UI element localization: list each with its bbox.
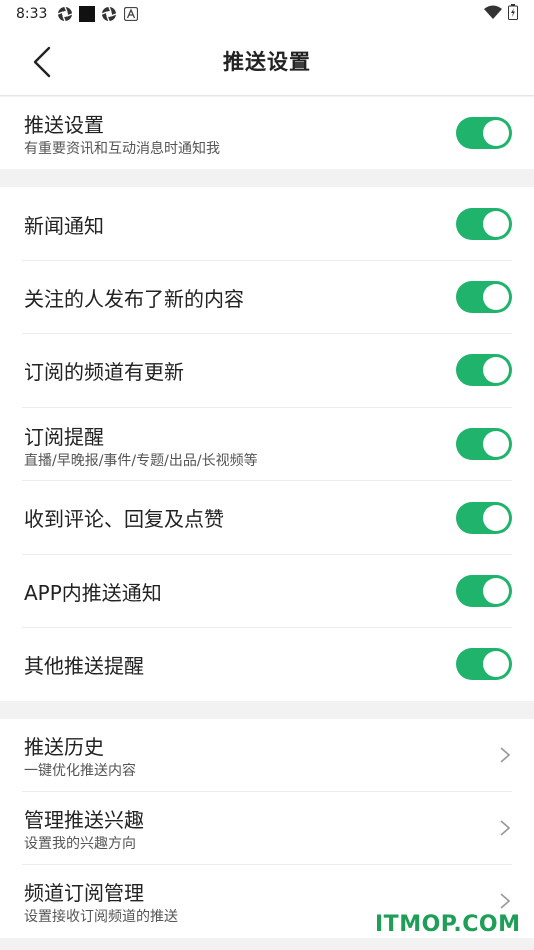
push-history-label: 推送历史 <box>24 735 104 759</box>
comments-likes-label: 收到评论、回复及点赞 <box>24 507 224 531</box>
push-master-section: 推送设置 有重要资讯和互动消息时通知我 <box>0 97 534 169</box>
chevron-right-icon <box>500 747 511 763</box>
app-header: 推送设置 <box>0 28 534 96</box>
manage-interests-row[interactable]: 管理推送兴趣 设置我的兴趣方向 <box>22 792 512 865</box>
channel-subscription-sub: 设置接收订阅频道的推送 <box>24 909 178 925</box>
manage-interests-label: 管理推送兴趣 <box>24 808 144 832</box>
a-badge-icon <box>123 6 139 22</box>
other-push-label: 其他推送提醒 <box>24 654 144 678</box>
subscription-reminder-toggle[interactable] <box>456 428 512 460</box>
status-bar: 8:33 <box>0 0 534 28</box>
subscription-reminder-sub: 直播/早晚报/事件/专题/出品/长视频等 <box>24 453 258 469</box>
channel-update-label: 订阅的频道有更新 <box>24 360 184 384</box>
chevron-right-icon <box>500 820 511 836</box>
channel-update-toggle[interactable] <box>456 354 512 386</box>
notification-section: 新闻通知 关注的人发布了新的内容 订阅的频道有更新 订阅提醒 直播/早晚报/事件… <box>0 187 534 701</box>
list-item: APP内推送通知 <box>22 555 512 628</box>
subscription-reminder-label: 订阅提醒 <box>24 425 104 449</box>
status-time: 8:33 <box>16 6 48 22</box>
followed-content-toggle[interactable] <box>456 281 512 313</box>
watermark: ITMOP.COM <box>375 912 521 937</box>
news-notify-label: 新闻通知 <box>24 214 104 238</box>
in-app-push-label: APP内推送通知 <box>24 581 162 605</box>
push-master-toggle[interactable] <box>456 117 512 149</box>
push-master-sub: 有重要资讯和互动消息时通知我 <box>24 141 220 157</box>
list-item: 新闻通知 <box>22 187 512 261</box>
channel-subscription-label: 频道订阅管理 <box>24 881 144 905</box>
push-history-sub: 一键优化推送内容 <box>24 763 136 779</box>
black-square-icon <box>79 6 96 22</box>
push-management-section: 推送历史 一键优化推送内容 管理推送兴趣 设置我的兴趣方向 频道订阅管理 设置接… <box>0 719 534 938</box>
list-item: 其他推送提醒 <box>22 628 512 701</box>
aperture-icon <box>101 6 117 22</box>
battery-charging-icon <box>508 4 518 24</box>
push-history-row[interactable]: 推送历史 一键优化推送内容 <box>22 719 512 792</box>
page-title: 推送设置 <box>223 50 311 74</box>
in-app-push-toggle[interactable] <box>456 575 512 607</box>
manage-interests-sub: 设置我的兴趣方向 <box>24 836 136 852</box>
other-push-toggle[interactable] <box>456 648 512 680</box>
followed-content-label: 关注的人发布了新的内容 <box>24 287 244 311</box>
push-master-label: 推送设置 <box>24 113 104 137</box>
news-notify-toggle[interactable] <box>456 208 512 240</box>
list-item: 收到评论、回复及点赞 <box>22 481 512 555</box>
push-master-row: 推送设置 有重要资讯和互动消息时通知我 <box>22 97 512 169</box>
wifi-icon <box>484 5 502 23</box>
aperture-icon <box>57 6 73 22</box>
comments-likes-toggle[interactable] <box>456 502 512 534</box>
list-item: 关注的人发布了新的内容 <box>22 261 512 334</box>
list-item: 订阅的频道有更新 <box>22 334 512 408</box>
list-item: 订阅提醒 直播/早晚报/事件/专题/出品/长视频等 <box>22 408 512 481</box>
chevron-right-icon <box>500 893 511 909</box>
